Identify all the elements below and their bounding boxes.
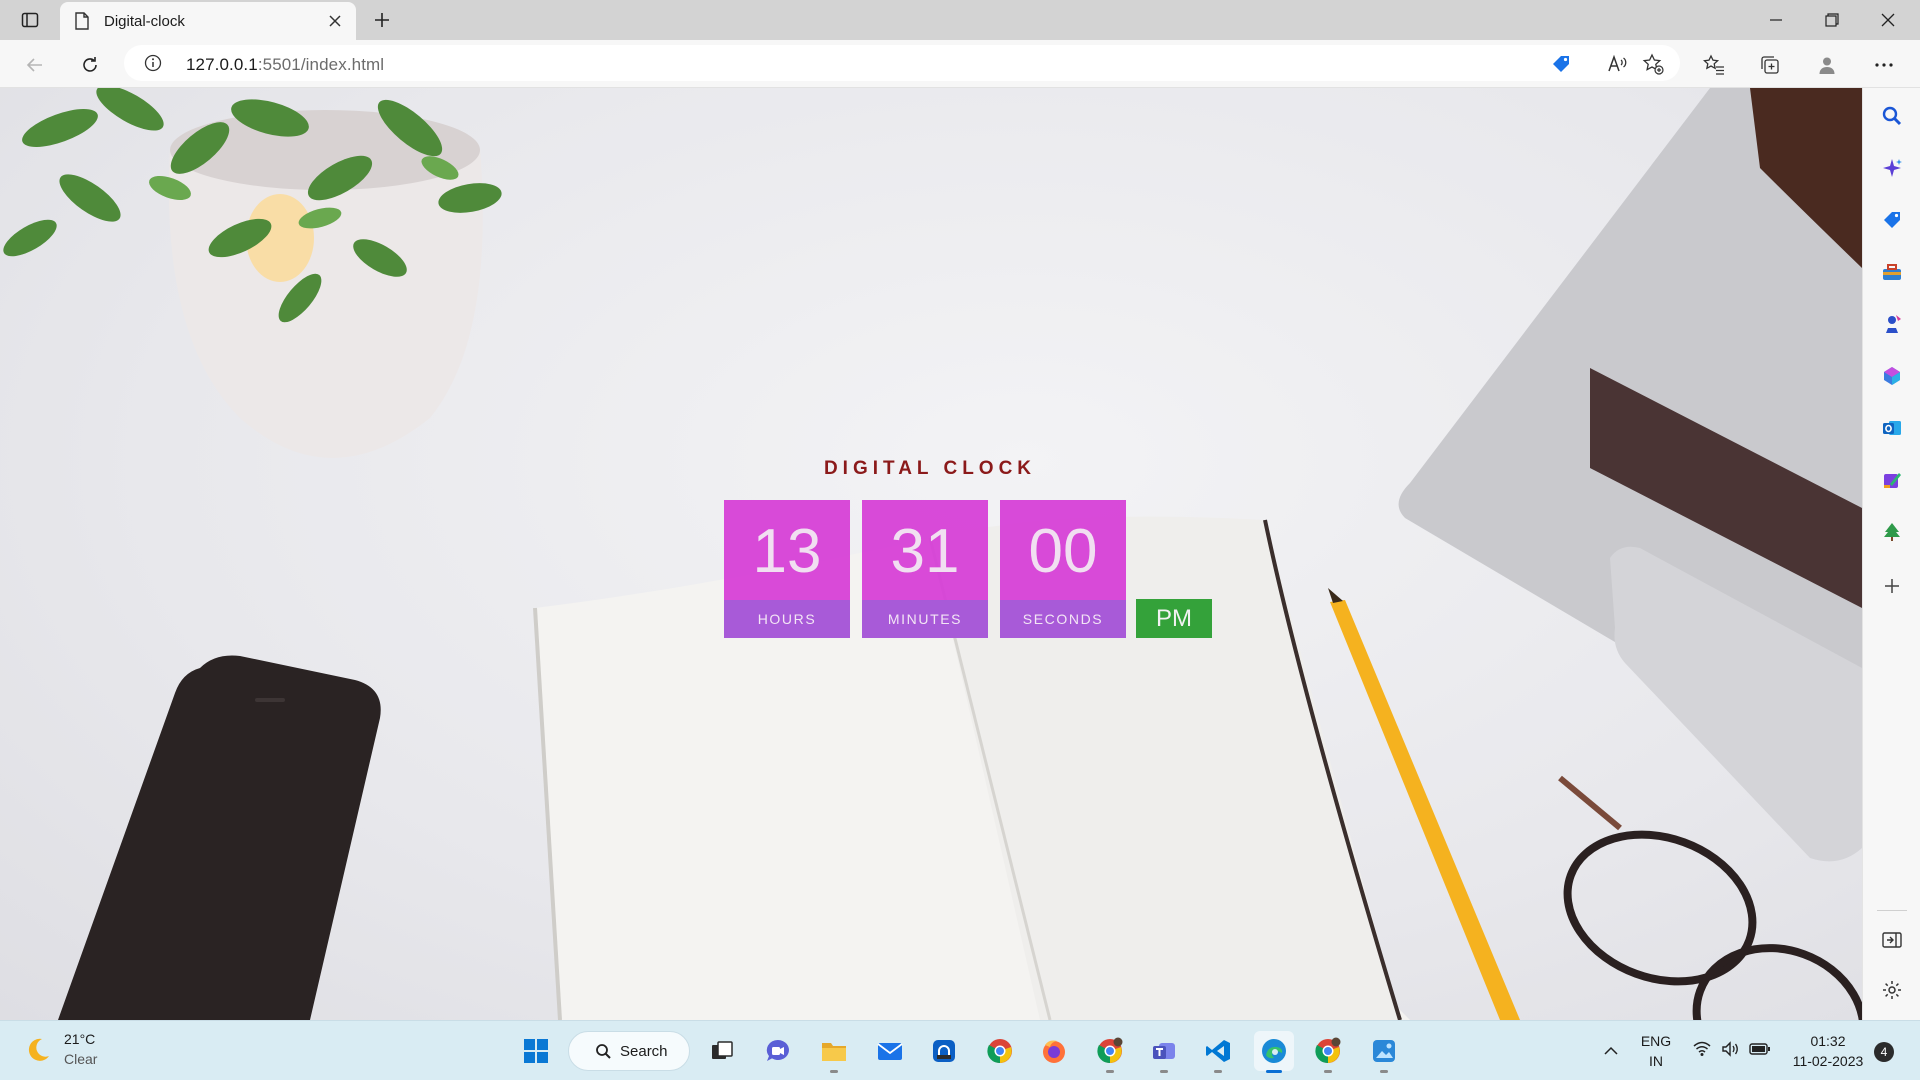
tab-title: Digital-clock — [104, 13, 185, 30]
chrome-profile-icon[interactable] — [1090, 1031, 1130, 1073]
designer-icon[interactable] — [1878, 466, 1906, 494]
search-label: Search — [620, 1043, 668, 1060]
running-indicator — [1160, 1070, 1168, 1073]
firefox-icon[interactable] — [1034, 1031, 1074, 1071]
add-favorite-icon[interactable] — [1642, 53, 1664, 75]
running-indicator — [1324, 1070, 1332, 1073]
am-pm-indicator: PM — [1136, 599, 1212, 638]
tools-icon[interactable] — [1878, 258, 1906, 286]
add-icon[interactable] — [1878, 572, 1906, 600]
edge-sidebar — [1862, 88, 1920, 1020]
shopping-tag-icon[interactable] — [1878, 206, 1906, 234]
page-viewport: DIGITAL CLOCK 13 HOURS 31 MINUTES 00 SEC… — [0, 88, 1862, 1020]
games-icon[interactable] — [1878, 310, 1906, 338]
windows-logo-icon — [524, 1039, 548, 1063]
plant-illustration — [3, 88, 502, 458]
vscode-icon[interactable] — [1198, 1031, 1238, 1073]
tree-icon[interactable] — [1878, 518, 1906, 546]
split-screen-icon[interactable] — [1878, 926, 1906, 954]
tray-date: 11-02-2023 — [1792, 1053, 1864, 1069]
favorites-icon[interactable] — [1700, 51, 1728, 79]
photos-icon[interactable] — [1364, 1031, 1404, 1073]
refresh-icon[interactable] — [75, 50, 105, 80]
teams-chat-icon[interactable] — [758, 1031, 798, 1071]
running-indicator — [1106, 1070, 1114, 1073]
outlook-icon[interactable] — [1878, 414, 1906, 442]
page-icon — [74, 12, 90, 35]
running-indicator — [1214, 1070, 1222, 1073]
minutes-label: MINUTES — [862, 600, 988, 638]
language-code: ENG — [1640, 1033, 1672, 1049]
notification-badge[interactable]: 4 — [1874, 1042, 1894, 1062]
battery-icon — [1749, 1042, 1771, 1061]
hours-value: 13 — [752, 517, 822, 586]
taskbar-search[interactable]: Search — [568, 1031, 690, 1071]
volume-icon — [1721, 1040, 1739, 1062]
minimize-icon[interactable] — [1748, 0, 1804, 40]
profile-avatar-icon[interactable] — [1813, 51, 1841, 79]
mail-icon[interactable] — [870, 1031, 910, 1071]
back-arrow-icon[interactable] — [20, 50, 50, 80]
address-bar[interactable]: 127.0.0.1:5501/index.html — [124, 45, 1680, 81]
tray-time: 01:32 — [1810, 1033, 1846, 1049]
search-icon[interactable] — [1878, 102, 1906, 130]
store-icon[interactable] — [924, 1031, 964, 1071]
browser-tab-active[interactable]: Digital-clock — [60, 2, 356, 40]
site-info-icon[interactable] — [144, 54, 162, 77]
url-host: 127.0.0.1 — [186, 55, 258, 74]
task-view-icon[interactable] — [702, 1031, 742, 1071]
edge-icon[interactable] — [1254, 1031, 1294, 1073]
hours-label: HOURS — [724, 600, 850, 638]
start-button[interactable] — [516, 1031, 556, 1071]
chrome-profile-2-icon[interactable] — [1308, 1031, 1348, 1073]
show-hidden-icons-chevron-icon[interactable] — [1592, 1031, 1630, 1071]
phone-illustration — [58, 655, 381, 1020]
minutes-value: 31 — [890, 517, 960, 586]
language-indicator[interactable]: ENG IN — [1636, 1033, 1676, 1069]
shopping-tag-icon[interactable] — [1550, 53, 1572, 75]
seconds-value: 00 — [1028, 517, 1098, 586]
moon-icon — [22, 1035, 52, 1070]
teams-icon[interactable] — [1144, 1031, 1184, 1073]
clock-date-tray[interactable]: 01:32 11-02-2023 — [1786, 1033, 1870, 1069]
system-status-group[interactable] — [1682, 1031, 1782, 1071]
browser-toolbar: 127.0.0.1:5501/index.html — [0, 40, 1920, 88]
url-text: 127.0.0.1:5501/index.html — [186, 55, 384, 75]
url-path: :5501/index.html — [257, 55, 385, 74]
sidebar-divider — [1877, 910, 1907, 911]
read-aloud-icon[interactable] — [1606, 53, 1628, 75]
running-indicator — [1380, 1070, 1388, 1073]
browser-tabstrip: Digital-clock — [0, 0, 1920, 40]
new-tab-icon[interactable] — [368, 6, 396, 34]
tab-actions-icon[interactable] — [18, 8, 42, 32]
wifi-icon — [1693, 1041, 1711, 1062]
search-icon — [595, 1043, 612, 1065]
restore-icon[interactable] — [1804, 0, 1860, 40]
running-indicator — [830, 1070, 838, 1073]
weather-temperature: 21°C — [64, 1031, 96, 1047]
collections-icon[interactable] — [1756, 51, 1784, 79]
laptop-illustration — [1398, 88, 1862, 862]
chrome-icon[interactable] — [980, 1031, 1020, 1071]
seconds-box: 00 SECONDS — [1000, 500, 1126, 638]
hours-box: 13 HOURS — [724, 500, 850, 638]
close-window-icon[interactable] — [1860, 0, 1916, 40]
file-explorer-icon[interactable] — [814, 1031, 854, 1073]
copilot-icon[interactable] — [1878, 154, 1906, 182]
weather-condition: Clear — [64, 1051, 98, 1067]
seconds-label: SECONDS — [1000, 600, 1126, 638]
language-region: IN — [1649, 1053, 1663, 1069]
more-options-icon[interactable] — [1870, 51, 1898, 79]
windows-taskbar: 21°C Clear Search ENG IN 01:32 11-02-202… — [0, 1020, 1920, 1080]
close-tab-icon[interactable] — [324, 10, 346, 32]
settings-icon[interactable] — [1878, 976, 1906, 1004]
running-indicator — [1266, 1070, 1282, 1073]
minutes-box: 31 MINUTES — [862, 500, 988, 638]
clock-title: DIGITAL CLOCK — [823, 458, 1037, 479]
microsoft365-icon[interactable] — [1878, 362, 1906, 390]
